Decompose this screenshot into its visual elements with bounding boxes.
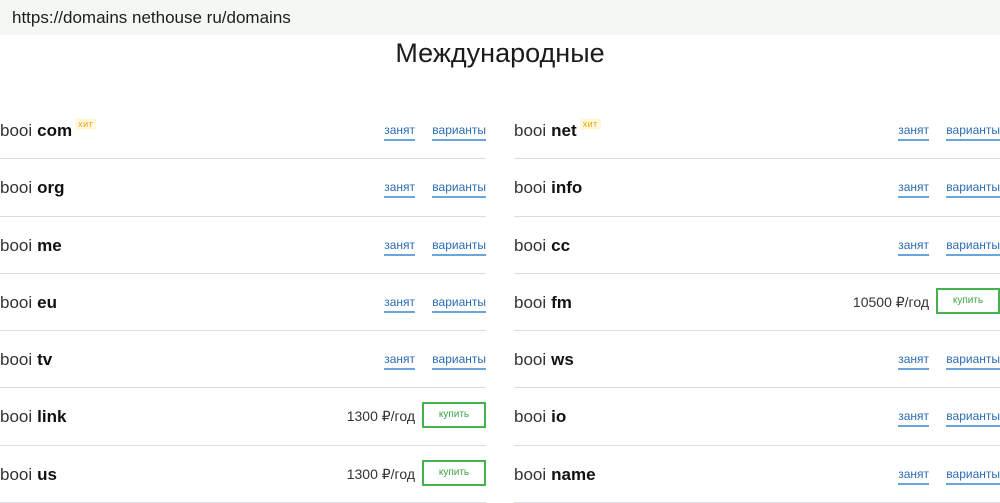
domain-tld: me: [37, 235, 62, 255]
domain-prefix: booi: [514, 235, 547, 255]
domain-prefix: booi: [0, 121, 33, 140]
url-text: https://domains nethouse ru/domains: [12, 8, 291, 27]
buy-button[interactable]: купить: [422, 459, 486, 486]
taken-link[interactable]: занят: [898, 179, 929, 199]
domain-list-left: booi com хит занят варианты booi org занят вариа…: [0, 102, 486, 503]
domain-row-name: booi name занят варианты: [514, 446, 1000, 503]
domain-tld: tv: [37, 350, 53, 370]
domain-tld: io: [551, 407, 567, 427]
taken-link[interactable]: занят: [898, 408, 929, 428]
domain-name: booi fm: [514, 292, 572, 314]
variants-link[interactable]: варианты: [432, 237, 486, 256]
domain-row-org: booi org занят варианты: [0, 159, 486, 217]
domain-name: booi me: [0, 235, 62, 257]
domain-tld: net: [551, 121, 577, 140]
domain-row-io: booi io занят варианты: [514, 388, 1000, 446]
domain-prefix: booi: [0, 407, 33, 427]
taken-link[interactable]: занят: [898, 466, 929, 485]
domain-tld: us: [37, 464, 57, 484]
domain-name: booi name: [514, 464, 596, 486]
domain-tld: fm: [551, 292, 572, 312]
domain-row-cc: booi cc занят варианты: [514, 217, 1000, 274]
domain-name: booi tv: [0, 349, 52, 371]
domain-name: booi eu: [0, 292, 57, 314]
domain-tld: ws: [551, 350, 574, 370]
domain-tld: link: [37, 407, 67, 427]
domain-prefix: booi: [0, 178, 33, 198]
taken-link[interactable]: занят: [384, 122, 415, 141]
variants-link[interactable]: варианты: [946, 351, 1000, 371]
domain-name: booi org: [0, 177, 65, 199]
variants-link[interactable]: варианты: [432, 122, 486, 141]
domain-row-eu: booi eu занят варианты: [0, 274, 486, 332]
domain-tld: com: [37, 121, 73, 140]
domain-name: booi com хит: [0, 118, 97, 144]
variants-link[interactable]: варианты: [946, 179, 1000, 199]
domain-tld: org: [37, 178, 65, 198]
domain-prefix: booi: [514, 292, 547, 312]
domain-name: booi cc: [514, 235, 570, 257]
domain-tld: name: [551, 464, 596, 484]
hit-badge: хит: [75, 118, 97, 130]
variants-link[interactable]: варианты: [946, 466, 1000, 485]
domain-row-net: booi net хит занят варианты: [514, 102, 1000, 160]
variants-link[interactable]: варианты: [432, 351, 486, 371]
price-label: 10500 ₽/год: [852, 293, 929, 310]
buy-button[interactable]: купить: [422, 402, 486, 429]
page-title: Международные: [395, 38, 605, 68]
taken-link[interactable]: занят: [898, 237, 929, 256]
price-label: 1300 ₽/год: [346, 408, 415, 425]
domain-row-link: booi link 1300 ₽/год купить: [0, 388, 486, 446]
taken-link[interactable]: занят: [384, 179, 415, 199]
taken-link[interactable]: занят: [898, 351, 929, 371]
domain-name: booi net хит: [514, 118, 601, 144]
domain-row-fm: booi fm 10500 ₽/год купить: [514, 274, 1000, 332]
buy-button[interactable]: купить: [936, 287, 1000, 314]
domain-prefix: booi: [0, 464, 33, 484]
domain-row-ws: booi ws занят варианты: [514, 331, 1000, 389]
variants-link[interactable]: варианты: [432, 179, 486, 199]
domain-name: booi info: [514, 177, 582, 199]
domain-tld: eu: [37, 292, 57, 312]
taken-link[interactable]: занят: [384, 351, 415, 371]
variants-link[interactable]: варианты: [946, 408, 1000, 428]
domain-row-tv: booi tv занят варианты: [0, 331, 486, 389]
domain-name: booi io: [514, 406, 566, 428]
taken-link[interactable]: занят: [384, 294, 415, 313]
domain-row-me: booi me занят варианты: [0, 217, 486, 274]
variants-link[interactable]: варианты: [432, 294, 486, 313]
domain-list-right: booi net хит занят варианты booi info занят вари…: [514, 102, 1000, 503]
domain-row-info: booi info занят варианты: [514, 159, 1000, 217]
taken-link[interactable]: занят: [898, 122, 929, 141]
domain-prefix: booi: [0, 350, 33, 370]
address-bar[interactable]: https://domains nethouse ru/domains: [0, 0, 1000, 35]
domain-prefix: booi: [514, 178, 547, 198]
domain-row-com: booi com хит занят варианты: [0, 102, 486, 160]
domain-tld: info: [551, 178, 583, 198]
price-label: 1300 ₽/год: [346, 465, 415, 482]
variants-link[interactable]: варианты: [946, 122, 1000, 141]
domain-prefix: booi: [0, 292, 33, 312]
domain-prefix: booi: [514, 350, 547, 370]
domain-prefix: booi: [0, 235, 33, 255]
domain-name: booi ws: [514, 349, 574, 371]
domain-row-us: booi us 1300 ₽/год купить: [0, 446, 486, 503]
taken-link[interactable]: занят: [384, 237, 415, 256]
domain-name: booi link: [0, 406, 66, 428]
domain-prefix: booi: [514, 121, 547, 140]
domain-prefix: booi: [514, 407, 547, 427]
domain-prefix: booi: [514, 464, 547, 484]
hit-badge: хит: [579, 118, 601, 130]
variants-link[interactable]: варианты: [946, 237, 1000, 256]
domain-tld: cc: [551, 235, 571, 255]
domain-name: booi us: [0, 464, 57, 486]
